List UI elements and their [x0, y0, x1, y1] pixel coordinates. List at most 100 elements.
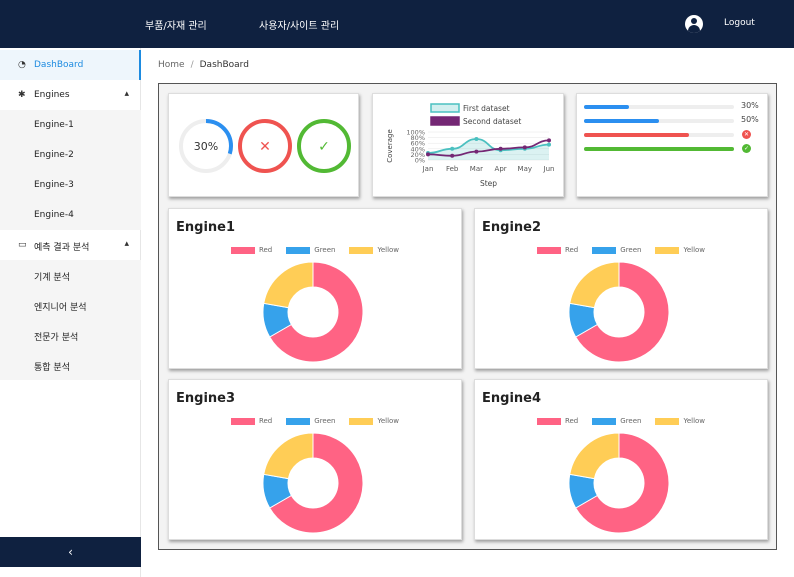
sidebar-item-machine-analysis[interactable]: 기계 분석	[0, 260, 141, 290]
sidebar-item-label: Engine-2	[34, 150, 74, 160]
sidebar-item-engine-2[interactable]: Engine-2	[0, 140, 141, 170]
sidebar-item-label: 엔지니어 분석	[34, 303, 87, 313]
sidebar-item-label: 기계 분석	[34, 273, 70, 283]
legend-item[interactable]: Yellow	[349, 246, 399, 254]
legend-swatch	[536, 417, 561, 425]
legend-item[interactable]: Red	[536, 246, 579, 254]
sidebar-item-engine-1[interactable]: Engine-1	[0, 110, 141, 140]
sidebar-item-engineer-analysis[interactable]: 엔지니어 분석	[0, 290, 141, 320]
y-axis-label: Coverage	[386, 129, 394, 163]
sidebar-item-label: 통합 분석	[34, 363, 70, 373]
legend-item[interactable]: Yellow	[655, 417, 705, 425]
progress-row: ✕	[584, 130, 764, 139]
gauge-icon: ◔	[18, 60, 26, 70]
sidebar-collapse-button[interactable]: ‹	[0, 537, 141, 567]
x-tick-label: Jun	[543, 165, 555, 173]
progress-fill	[584, 133, 689, 137]
x-tick-label: May	[518, 165, 532, 173]
legend-swatch	[230, 246, 255, 254]
legend-label: Green	[620, 246, 642, 254]
legend-label: Red	[564, 246, 579, 254]
laptop-icon: ▭	[18, 240, 27, 250]
data-point	[547, 142, 551, 147]
gear-icon: ✱	[18, 90, 26, 100]
legend-item[interactable]: Red	[230, 246, 273, 254]
engine-card-1: Engine1 Red Green Yellow	[168, 208, 462, 369]
legend-item[interactable]: Red	[536, 417, 578, 425]
sidebar-item-expert-analysis[interactable]: 전문가 분석	[0, 320, 141, 350]
engine-title: Engine3	[176, 391, 236, 406]
legend-item[interactable]: Yellow	[655, 246, 705, 254]
x-tick-label: Apr	[495, 165, 507, 173]
data-point	[522, 145, 527, 150]
engine-donut-chart	[568, 261, 670, 363]
data-point	[474, 137, 479, 141]
data-point	[474, 149, 479, 154]
legend-label: Red	[258, 417, 273, 425]
nav-parts-materials[interactable]: 부품/자재 관리	[145, 17, 207, 32]
legend-label: Green	[314, 246, 336, 254]
sidebar-item-label: Engine-4	[34, 210, 74, 220]
donut-slice-yellow[interactable]	[569, 432, 620, 480]
status-gauges: 30% ✕ ✓	[179, 119, 351, 173]
check-icon: ✓	[318, 139, 330, 155]
engine-donut-chart	[568, 432, 670, 534]
data-point	[498, 146, 503, 151]
nav-users-sites[interactable]: 사용자/사이트 관리	[259, 17, 339, 32]
engine-title: Engine2	[482, 220, 542, 235]
donut-legend: Red Green Yellow	[475, 246, 767, 254]
legend-item[interactable]: Green	[286, 246, 335, 254]
progress-fill	[584, 147, 734, 151]
sidebar-item-engine-3[interactable]: Engine-3	[0, 170, 141, 200]
line-chart-card: First dataset Second dataset 100% 80% 60% 40%…	[372, 93, 564, 197]
x-tick-label: Mar	[470, 165, 483, 173]
progress-row: 30%	[584, 101, 764, 110]
engine-card-4: Engine4 Red Green Yellow	[474, 379, 768, 540]
chevron-left-icon: ‹	[68, 545, 73, 559]
sidebar-item-dashboard[interactable]: ◔ DashBoard	[0, 50, 141, 80]
progress-label: 30%	[741, 101, 759, 110]
user-circle-icon[interactable]	[685, 15, 703, 33]
sidebar: ◔ DashBoard ✱ Engines ▴ Engine-1 Engine-…	[0, 48, 141, 577]
donut-slice-yellow[interactable]	[263, 432, 314, 480]
progress-label: 50%	[741, 115, 759, 124]
coverage-line-chart: First datasetSecond dataset100%80%60%40%…	[386, 103, 555, 188]
legend-swatch	[655, 246, 680, 254]
data-point	[547, 138, 551, 143]
sidebar-item-prediction-analysis[interactable]: ▭ 예측 결과 분석 ▴	[0, 230, 141, 260]
x-tick-label: Jan	[422, 165, 434, 173]
engine-card-2: Engine2 Red Green Yellow	[474, 208, 768, 369]
sidebar-item-label: DashBoard	[34, 60, 84, 70]
y-tick-label: 0%	[415, 157, 425, 165]
legend-item[interactable]: Red	[230, 417, 273, 425]
sidebar-item-engines[interactable]: ✱ Engines ▴	[0, 80, 141, 110]
x-axis-label: Step	[480, 179, 497, 188]
logout-button[interactable]: Logout	[724, 18, 755, 28]
progress-fill	[584, 105, 629, 109]
donut-slice-yellow[interactable]	[569, 261, 620, 309]
legend-swatch	[286, 246, 311, 254]
legend-item[interactable]: Yellow	[349, 417, 399, 425]
legend-item[interactable]: Green	[592, 246, 641, 254]
x-tick-label: Feb	[446, 165, 459, 173]
donut-legend: Red Green Yellow	[475, 417, 767, 425]
legend-label: Yellow	[683, 246, 706, 254]
legend-label: Yellow	[683, 417, 706, 425]
legend-label: Green	[314, 417, 336, 425]
legend-swatch	[655, 417, 680, 425]
donut-slice-yellow[interactable]	[263, 261, 314, 309]
engine-donut-chart	[262, 261, 364, 363]
sidebar-item-label: Engines	[34, 90, 70, 100]
legend-label: First dataset	[463, 104, 510, 113]
breadcrumb-home[interactable]: Home	[158, 60, 185, 70]
legend-label: Red	[258, 246, 273, 254]
dashboard-panel: 30% ✕ ✓ First dataset Second dataset 100% 8…	[158, 83, 777, 550]
legend-swatch	[430, 116, 460, 126]
sidebar-item-engine-4[interactable]: Engine-4	[0, 200, 141, 230]
legend-item[interactable]: Green	[286, 417, 335, 425]
legend-swatch	[349, 417, 374, 425]
sidebar-item-integrated-analysis[interactable]: 통합 분석	[0, 350, 141, 380]
legend-label: Yellow	[377, 417, 400, 425]
legend-item[interactable]: Green	[592, 417, 641, 425]
legend-label: Green	[620, 417, 642, 425]
